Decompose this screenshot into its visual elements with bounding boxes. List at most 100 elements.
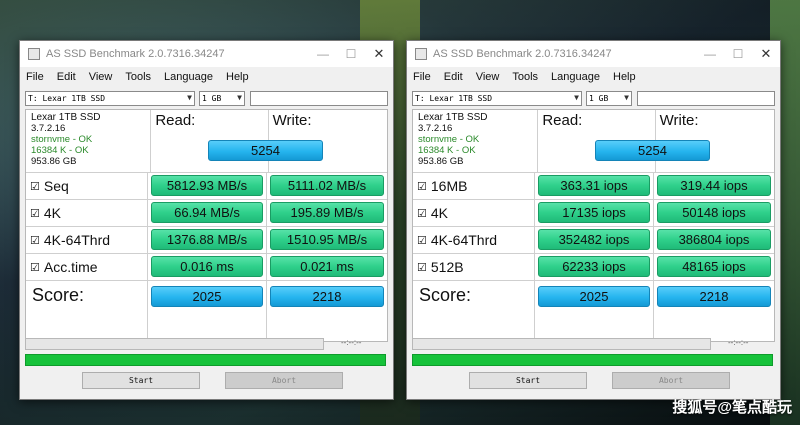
menu-file[interactable]: File	[26, 71, 44, 83]
chevron-down-icon: ▼	[624, 92, 629, 102]
test-size-value: 1 GB	[589, 93, 609, 103]
drive-info: Lexar 1TB SSD 3.7.2.16 stornvme - OK 163…	[413, 110, 539, 172]
abort-button[interactable]: Abort	[612, 372, 730, 389]
app-icon	[415, 48, 427, 60]
read-result: 17135 iops	[538, 202, 650, 223]
menu-file[interactable]: File	[413, 71, 431, 83]
test-checkbox[interactable]: ☑	[30, 180, 40, 193]
test-checkbox[interactable]: ☑	[417, 261, 427, 274]
write-header: Write:	[659, 112, 699, 129]
chevron-down-icon: ▼	[574, 92, 579, 102]
test-label: 4K	[43, 205, 61, 221]
read-result: 62233 iops	[538, 256, 650, 277]
status-field	[637, 90, 775, 106]
test-row: ☑ 4K-64Thrd 352482 iops 386804 iops	[413, 227, 774, 254]
results-grid: Lexar 1TB SSD 3.7.2.16 stornvme - OK 163…	[412, 109, 775, 342]
window-title: AS SSD Benchmark 2.0.7316.34247	[46, 48, 225, 60]
minimize-icon[interactable]: —	[696, 41, 724, 67]
menu-tools[interactable]: Tools	[512, 71, 538, 83]
test-label: 512B	[430, 259, 464, 275]
write-result: 5111.02 MB/s	[270, 175, 384, 196]
elapsed-time: --:--:--	[728, 338, 749, 347]
test-progress-bar	[25, 338, 324, 350]
menu-language[interactable]: Language	[164, 71, 213, 83]
menu-view[interactable]: View	[89, 71, 113, 83]
total-score: 5254	[208, 140, 323, 161]
results-grid: Lexar 1TB SSD 3.7.2.16 stornvme - OK 163…	[25, 109, 388, 342]
test-label: 4K	[430, 205, 448, 221]
elapsed-time: --:--:--	[341, 338, 362, 347]
test-checkbox[interactable]: ☑	[417, 234, 427, 247]
driver-status: stornvme - OK	[31, 134, 93, 145]
read-result: 1376.88 MB/s	[151, 229, 263, 250]
read-header: Read:	[155, 112, 196, 129]
test-checkbox[interactable]: ☑	[30, 234, 40, 247]
test-progress-bar	[412, 338, 711, 350]
test-size-select[interactable]: 1 GB ▼	[199, 90, 245, 106]
alignment-status: 16384 K - OK	[31, 145, 89, 156]
start-button[interactable]: Start	[469, 372, 587, 389]
read-result: 352482 iops	[538, 229, 650, 250]
write-result: 1510.95 MB/s	[270, 229, 384, 250]
menu-edit[interactable]: Edit	[444, 71, 463, 83]
menu-edit[interactable]: Edit	[57, 71, 76, 83]
test-checkbox[interactable]: ☑	[417, 207, 427, 220]
firmware-version: 3.7.2.16	[31, 123, 66, 134]
test-row: ☑ 4K 66.94 MB/s 195.89 MB/s	[26, 200, 387, 227]
app-icon	[28, 48, 40, 60]
title-bar[interactable]: AS SSD Benchmark 2.0.7316.34247 — ☐ ✕	[20, 41, 393, 67]
drive-select-value: T: Lexar 1TB SSD	[415, 93, 493, 103]
minimize-icon[interactable]: —	[309, 41, 337, 67]
as-ssd-window-mbs: AS SSD Benchmark 2.0.7316.34247 — ☐ ✕ Fi…	[19, 40, 394, 400]
menu-tools[interactable]: Tools	[125, 71, 151, 83]
maximize-icon[interactable]: ☐	[724, 41, 752, 67]
drive-select[interactable]: T: Lexar 1TB SSD ▼	[25, 90, 195, 106]
drive-info: Lexar 1TB SSD 3.7.2.16 stornvme - OK 163…	[26, 110, 152, 172]
read-result: 363.31 iops	[538, 175, 650, 196]
firmware-version: 3.7.2.16	[418, 123, 453, 134]
drive-select[interactable]: T: Lexar 1TB SSD ▼	[412, 90, 582, 106]
test-checkbox[interactable]: ☑	[30, 207, 40, 220]
menu-help[interactable]: Help	[613, 71, 636, 83]
start-button[interactable]: Start	[82, 372, 200, 389]
write-result: 386804 iops	[657, 229, 771, 250]
test-label: 4K-64Thrd	[430, 232, 498, 248]
status-field	[250, 90, 388, 106]
test-row: ☑ 16MB 363.31 iops 319.44 iops	[413, 173, 774, 200]
title-bar[interactable]: AS SSD Benchmark 2.0.7316.34247 — ☐ ✕	[407, 41, 780, 67]
test-row: ☑ Seq 5812.93 MB/s 5111.02 MB/s	[26, 173, 387, 200]
test-checkbox[interactable]: ☑	[30, 261, 40, 274]
menu-view[interactable]: View	[476, 71, 500, 83]
test-row: ☑ Acc.time 0.016 ms 0.021 ms	[26, 254, 387, 281]
write-score: 2218	[270, 286, 384, 307]
test-checkbox[interactable]: ☑	[417, 180, 427, 193]
test-label: Seq	[43, 178, 69, 194]
toolbar: T: Lexar 1TB SSD ▼ 1 GB ▼	[20, 87, 393, 109]
read-score: 2025	[538, 286, 650, 307]
test-row: ☑ 4K-64Thrd 1376.88 MB/s 1510.95 MB/s	[26, 227, 387, 254]
test-size-select[interactable]: 1 GB ▼	[586, 90, 632, 106]
test-label: 4K-64Thrd	[43, 232, 111, 248]
maximize-icon[interactable]: ☐	[337, 41, 365, 67]
close-icon[interactable]: ✕	[365, 41, 393, 67]
read-score: 2025	[151, 286, 263, 307]
window-title: AS SSD Benchmark 2.0.7316.34247	[433, 48, 612, 60]
alignment-status: 16384 K - OK	[418, 145, 476, 156]
score-row: Score: 2025 2218 5254	[413, 140, 774, 341]
test-label: 16MB	[430, 178, 468, 194]
watermark: 搜狐号@笔点酷玩	[672, 399, 792, 416]
toolbar: T: Lexar 1TB SSD ▼ 1 GB ▼	[407, 87, 780, 109]
total-score: 5254	[595, 140, 710, 161]
abort-button[interactable]: Abort	[225, 372, 343, 389]
menu-help[interactable]: Help	[226, 71, 249, 83]
drive-capacity: 953.86 GB	[418, 156, 464, 167]
test-label: Acc.time	[43, 259, 98, 275]
score-label: Score:	[32, 285, 85, 305]
drive-name: Lexar 1TB SSD	[418, 112, 488, 123]
test-row: ☑ 512B 62233 iops 48165 iops	[413, 254, 774, 281]
test-size-value: 1 GB	[202, 93, 222, 103]
as-ssd-window-iops: AS SSD Benchmark 2.0.7316.34247 — ☐ ✕ Fi…	[406, 40, 781, 400]
close-icon[interactable]: ✕	[752, 41, 780, 67]
menu-language[interactable]: Language	[551, 71, 600, 83]
drive-name: Lexar 1TB SSD	[31, 112, 101, 123]
